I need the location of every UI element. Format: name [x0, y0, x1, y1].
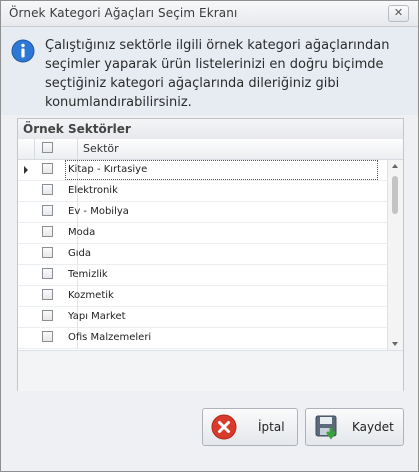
- row-indicator: [18, 286, 35, 307]
- row-checkbox[interactable]: [42, 331, 53, 342]
- sector-name: Kitap - Kırtasiye: [68, 164, 148, 175]
- save-button-label: Kaydet: [352, 420, 394, 434]
- sector-name: Elektronik: [68, 185, 118, 196]
- sector-name: Ofis Malzemeleri: [68, 332, 152, 343]
- sector-name: Moda: [68, 227, 96, 238]
- sectors-group: Örnek Sektörler Sektör Kitap - Kırtasiye…: [17, 118, 404, 391]
- close-icon: ✕: [393, 6, 404, 19]
- row-indicator: [18, 223, 35, 244]
- select-all-cell: [35, 139, 78, 159]
- column-header-sektor[interactable]: Sektör: [83, 142, 119, 155]
- table-row[interactable]: Ofis Malzemeleri: [18, 328, 387, 349]
- row-checkbox[interactable]: [42, 226, 53, 237]
- row-indicator: [18, 265, 35, 286]
- current-row-icon: [24, 166, 28, 174]
- row-indicator: [18, 181, 35, 202]
- cancel-icon: [211, 414, 237, 440]
- table-row[interactable]: Ev - Mobilya: [18, 202, 387, 223]
- scroll-down-icon[interactable]: [392, 342, 398, 346]
- row-indicator: [18, 307, 35, 328]
- row-indicator: [18, 328, 35, 349]
- scroll-thumb[interactable]: [392, 176, 398, 214]
- sector-name: Ev - Mobilya: [68, 206, 129, 217]
- scroll-up-icon[interactable]: [392, 164, 398, 168]
- grid-rows: Kitap - Kırtasiye Elektronik Ev - Mobilya M…: [18, 160, 387, 349]
- table-row[interactable]: Temizlik: [18, 265, 387, 286]
- row-indicator-header: [18, 139, 35, 159]
- table-row[interactable]: Moda: [18, 223, 387, 244]
- info-message: Çalıştığınız sektörle ilgili örnek kateg…: [45, 38, 390, 110]
- row-indicator: [18, 244, 35, 265]
- group-title: Örnek Sektörler: [18, 119, 403, 140]
- dialog-window: Örnek Kategori Ağaçları Seçim Ekranı ✕ Ç…: [0, 0, 419, 472]
- table-row[interactable]: Kitap - Kırtasiye: [18, 160, 387, 181]
- grid-header: Sektör: [18, 139, 403, 160]
- title-bar[interactable]: Örnek Kategori Ağaçları Seçim Ekranı ✕: [1, 1, 418, 27]
- info-panel: Çalıştığınız sektörle ilgili örnek kateg…: [1, 27, 418, 115]
- row-checkbox[interactable]: [42, 184, 53, 195]
- row-checkbox[interactable]: [42, 268, 53, 279]
- sector-name: Gıda: [68, 248, 92, 259]
- save-button[interactable]: Kaydet: [305, 408, 404, 446]
- row-checkbox[interactable]: [42, 247, 53, 258]
- table-row[interactable]: Kozmetik: [18, 286, 387, 307]
- row-checkbox[interactable]: [42, 205, 53, 216]
- close-button[interactable]: ✕: [388, 5, 409, 22]
- sector-name: Yapı Market: [68, 311, 126, 322]
- sector-name: Temizlik: [68, 269, 108, 280]
- row-checkbox[interactable]: [42, 163, 53, 174]
- table-row[interactable]: Elektronik: [18, 181, 387, 202]
- row-indicator: [18, 160, 35, 181]
- save-icon: [315, 415, 337, 440]
- sector-name: Kozmetik: [68, 290, 114, 301]
- table-row[interactable]: Yapı Market: [18, 307, 387, 328]
- vertical-scrollbar[interactable]: [387, 160, 403, 350]
- table-row[interactable]: Gıda: [18, 244, 387, 265]
- row-indicator: [18, 202, 35, 223]
- row-checkbox[interactable]: [42, 310, 53, 321]
- info-icon: [11, 39, 35, 63]
- select-all-checkbox[interactable]: [42, 142, 53, 153]
- cancel-button-label: İptal: [258, 420, 285, 434]
- cancel-button[interactable]: İptal: [202, 408, 298, 446]
- grid-footer: [18, 350, 403, 391]
- row-checkbox[interactable]: [42, 289, 53, 300]
- window-title: Örnek Kategori Ağaçları Seçim Ekranı: [9, 6, 238, 20]
